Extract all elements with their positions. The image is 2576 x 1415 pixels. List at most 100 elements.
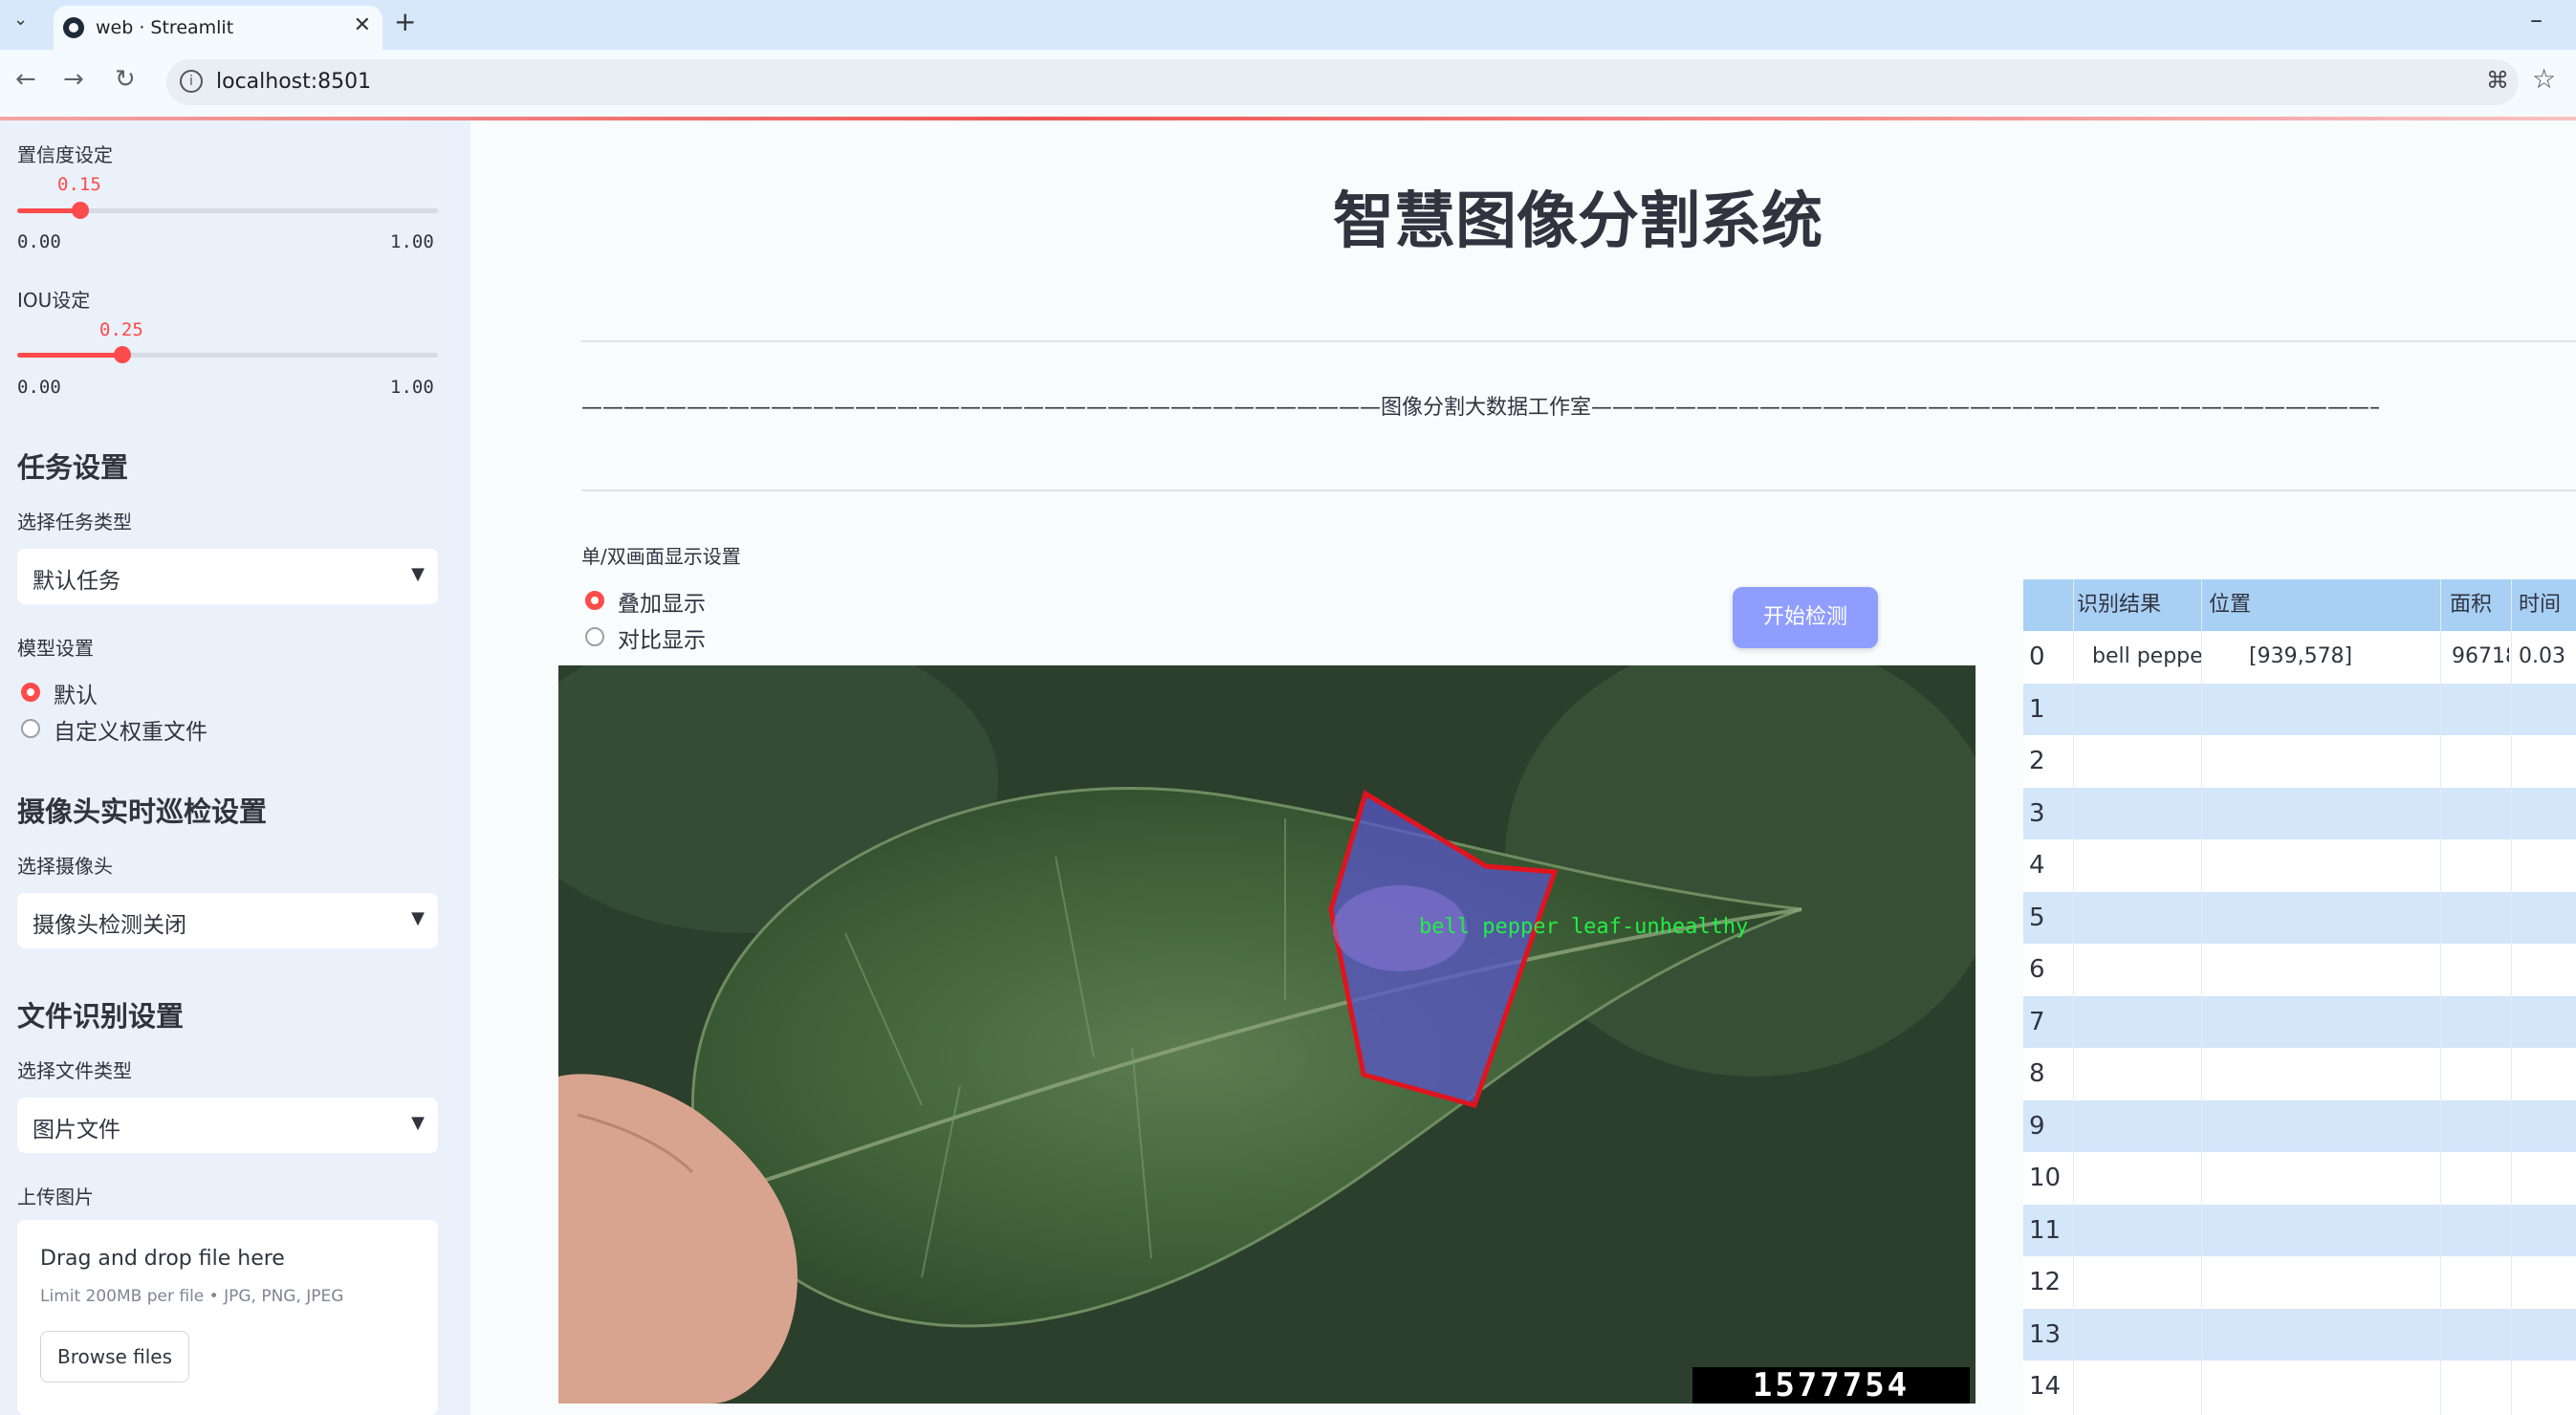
cell-position <box>2249 1256 2440 1308</box>
column-divider <box>2511 579 2512 1415</box>
table-row[interactable]: 5 <box>2023 891 2576 944</box>
table-row[interactable]: 10 <box>2023 1152 2576 1204</box>
cell-time <box>2519 1205 2576 1256</box>
column-divider <box>2440 579 2441 1415</box>
table-row[interactable]: 9 <box>2023 1099 2576 1152</box>
iou-value: 0.25 <box>99 319 143 340</box>
model-option-default[interactable]: 默认 <box>54 677 98 709</box>
browser-tab-bar: ⌄ web · Streamlit ✕ + – <box>0 0 2576 50</box>
row-index: 0 <box>2029 642 2045 671</box>
model-settings-label: 模型设置 <box>17 637 94 660</box>
confidence-slider-thumb[interactable] <box>72 202 89 219</box>
cell-position <box>2249 1100 2440 1152</box>
cell-result <box>2092 996 2201 1048</box>
cell-time <box>2519 892 2576 944</box>
dropzone-title: Drag and drop file here <box>40 1247 285 1271</box>
iou-slider-thumb[interactable] <box>114 346 131 363</box>
display-option-overlay[interactable]: 叠加显示 <box>618 585 706 618</box>
chevron-down-icon: ▼ <box>411 908 425 928</box>
table-row[interactable]: 11 <box>2023 1204 2576 1256</box>
row-index: 13 <box>2029 1319 2062 1349</box>
leaf-photo: bell pepper leaf-unhealthy <box>558 665 1976 1404</box>
address-bar: ← → ↻ i localhost:8501 ⌘ ☆ <box>0 50 2576 118</box>
table-row[interactable]: 1 <box>2023 683 2576 735</box>
cell-position <box>2249 735 2440 787</box>
url-input[interactable]: i localhost:8501 <box>166 59 2519 105</box>
cell-area <box>2452 1256 2509 1308</box>
model-option-custom[interactable]: 自定义权重文件 <box>54 713 207 746</box>
iou-min: 0.00 <box>17 377 61 398</box>
cell-time <box>2519 1256 2576 1308</box>
cell-result <box>2092 1048 2201 1099</box>
camera-label: 选择摄像头 <box>17 855 113 878</box>
column-header-position[interactable]: 位置 <box>2209 579 2324 631</box>
browse-files-button[interactable]: Browse files <box>40 1331 189 1382</box>
column-header-area[interactable]: 面积 <box>2450 579 2507 631</box>
model-radio-custom[interactable] <box>21 719 40 738</box>
file-type-select[interactable]: 图片文件 ▼ <box>17 1098 438 1153</box>
display-radio-overlay[interactable] <box>585 591 604 610</box>
row-index: 6 <box>2029 955 2045 984</box>
task-type-label: 选择任务类型 <box>17 511 132 533</box>
cell-result <box>2092 788 2201 839</box>
row-index: 2 <box>2029 747 2045 775</box>
tab-search-icon[interactable]: ⌄ <box>13 10 28 30</box>
reload-icon[interactable]: ↻ <box>115 65 136 94</box>
cell-area <box>2452 996 2509 1048</box>
column-header-time[interactable]: 时间 <box>2519 579 2576 631</box>
url-text: localhost:8501 <box>216 70 372 94</box>
task-settings-heading: 任务设置 <box>17 451 129 484</box>
display-radio-compare[interactable] <box>585 627 604 646</box>
iou-max: 1.00 <box>390 377 434 398</box>
studio-divider-text: ——————————————————————————————————————图像… <box>581 396 2379 420</box>
table-row[interactable]: 13 <box>2023 1308 2576 1361</box>
row-index: 8 <box>2029 1059 2045 1088</box>
task-type-select[interactable]: 默认任务 ▼ <box>17 549 438 604</box>
translate-icon[interactable]: ⌘ <box>2486 67 2509 94</box>
table-row[interactable]: 7 <box>2023 995 2576 1048</box>
row-index: 1 <box>2029 694 2045 724</box>
table-header-row: 识别结果 位置 面积 时间 <box>2023 579 2576 631</box>
cell-position <box>2249 1361 2440 1412</box>
column-header-result[interactable]: 识别结果 <box>2077 579 2192 631</box>
cell-result <box>2092 1361 2201 1412</box>
cell-area <box>2452 788 2509 839</box>
back-icon[interactable]: ← <box>15 65 36 94</box>
table-row[interactable]: 2 <box>2023 735 2576 787</box>
forward-icon[interactable]: → <box>63 65 84 94</box>
results-table[interactable]: 识别结果 位置 面积 时间 0 bell pepper leaf-unhealth… <box>2023 579 2576 1415</box>
file-settings-heading: 文件识别设置 <box>17 1000 185 1033</box>
table-row[interactable]: 0 bell pepper leaf-unhealthy [939,578] 9671… <box>2023 631 2576 683</box>
camera-select[interactable]: 摄像头检测关闭 ▼ <box>17 893 438 948</box>
table-row[interactable]: 6 <box>2023 944 2576 995</box>
start-detection-button[interactable]: 开始检测 <box>1733 587 1878 648</box>
divider <box>581 490 2576 491</box>
cell-result <box>2092 1100 2201 1152</box>
table-row[interactable]: 8 <box>2023 1048 2576 1099</box>
site-info-icon[interactable]: i <box>180 70 203 93</box>
new-tab-icon[interactable]: + <box>394 6 416 37</box>
table-row[interactable]: 3 <box>2023 787 2576 839</box>
chevron-down-icon: ▼ <box>411 564 425 584</box>
bookmark-star-icon[interactable]: ☆ <box>2532 63 2556 95</box>
file-type-label: 选择文件类型 <box>17 1059 132 1082</box>
confidence-min: 0.00 <box>17 231 61 252</box>
cell-time: 0.03 <box>2519 644 2565 668</box>
file-dropzone[interactable]: Drag and drop file here Limit 200MB per … <box>17 1220 438 1415</box>
cell-time <box>2519 1309 2576 1361</box>
cell-position <box>2249 839 2440 891</box>
model-radio-default[interactable] <box>21 683 40 702</box>
table-row[interactable]: 12 <box>2023 1256 2576 1308</box>
cell-result <box>2092 684 2201 735</box>
table-row[interactable]: 14 <box>2023 1361 2576 1412</box>
table-row[interactable]: 4 <box>2023 839 2576 891</box>
cell-result <box>2092 1309 2201 1361</box>
cell-area <box>2452 839 2509 891</box>
close-tab-icon[interactable]: ✕ <box>354 13 371 37</box>
minimize-window-icon[interactable]: – <box>2530 6 2543 34</box>
browser-tab[interactable]: web · Streamlit ✕ <box>54 6 382 50</box>
file-type-selected: 图片文件 <box>33 1118 120 1143</box>
display-option-compare[interactable]: 对比显示 <box>618 621 706 654</box>
frame-counter: 1577754 <box>1692 1367 1970 1404</box>
cell-time <box>2519 1361 2576 1412</box>
